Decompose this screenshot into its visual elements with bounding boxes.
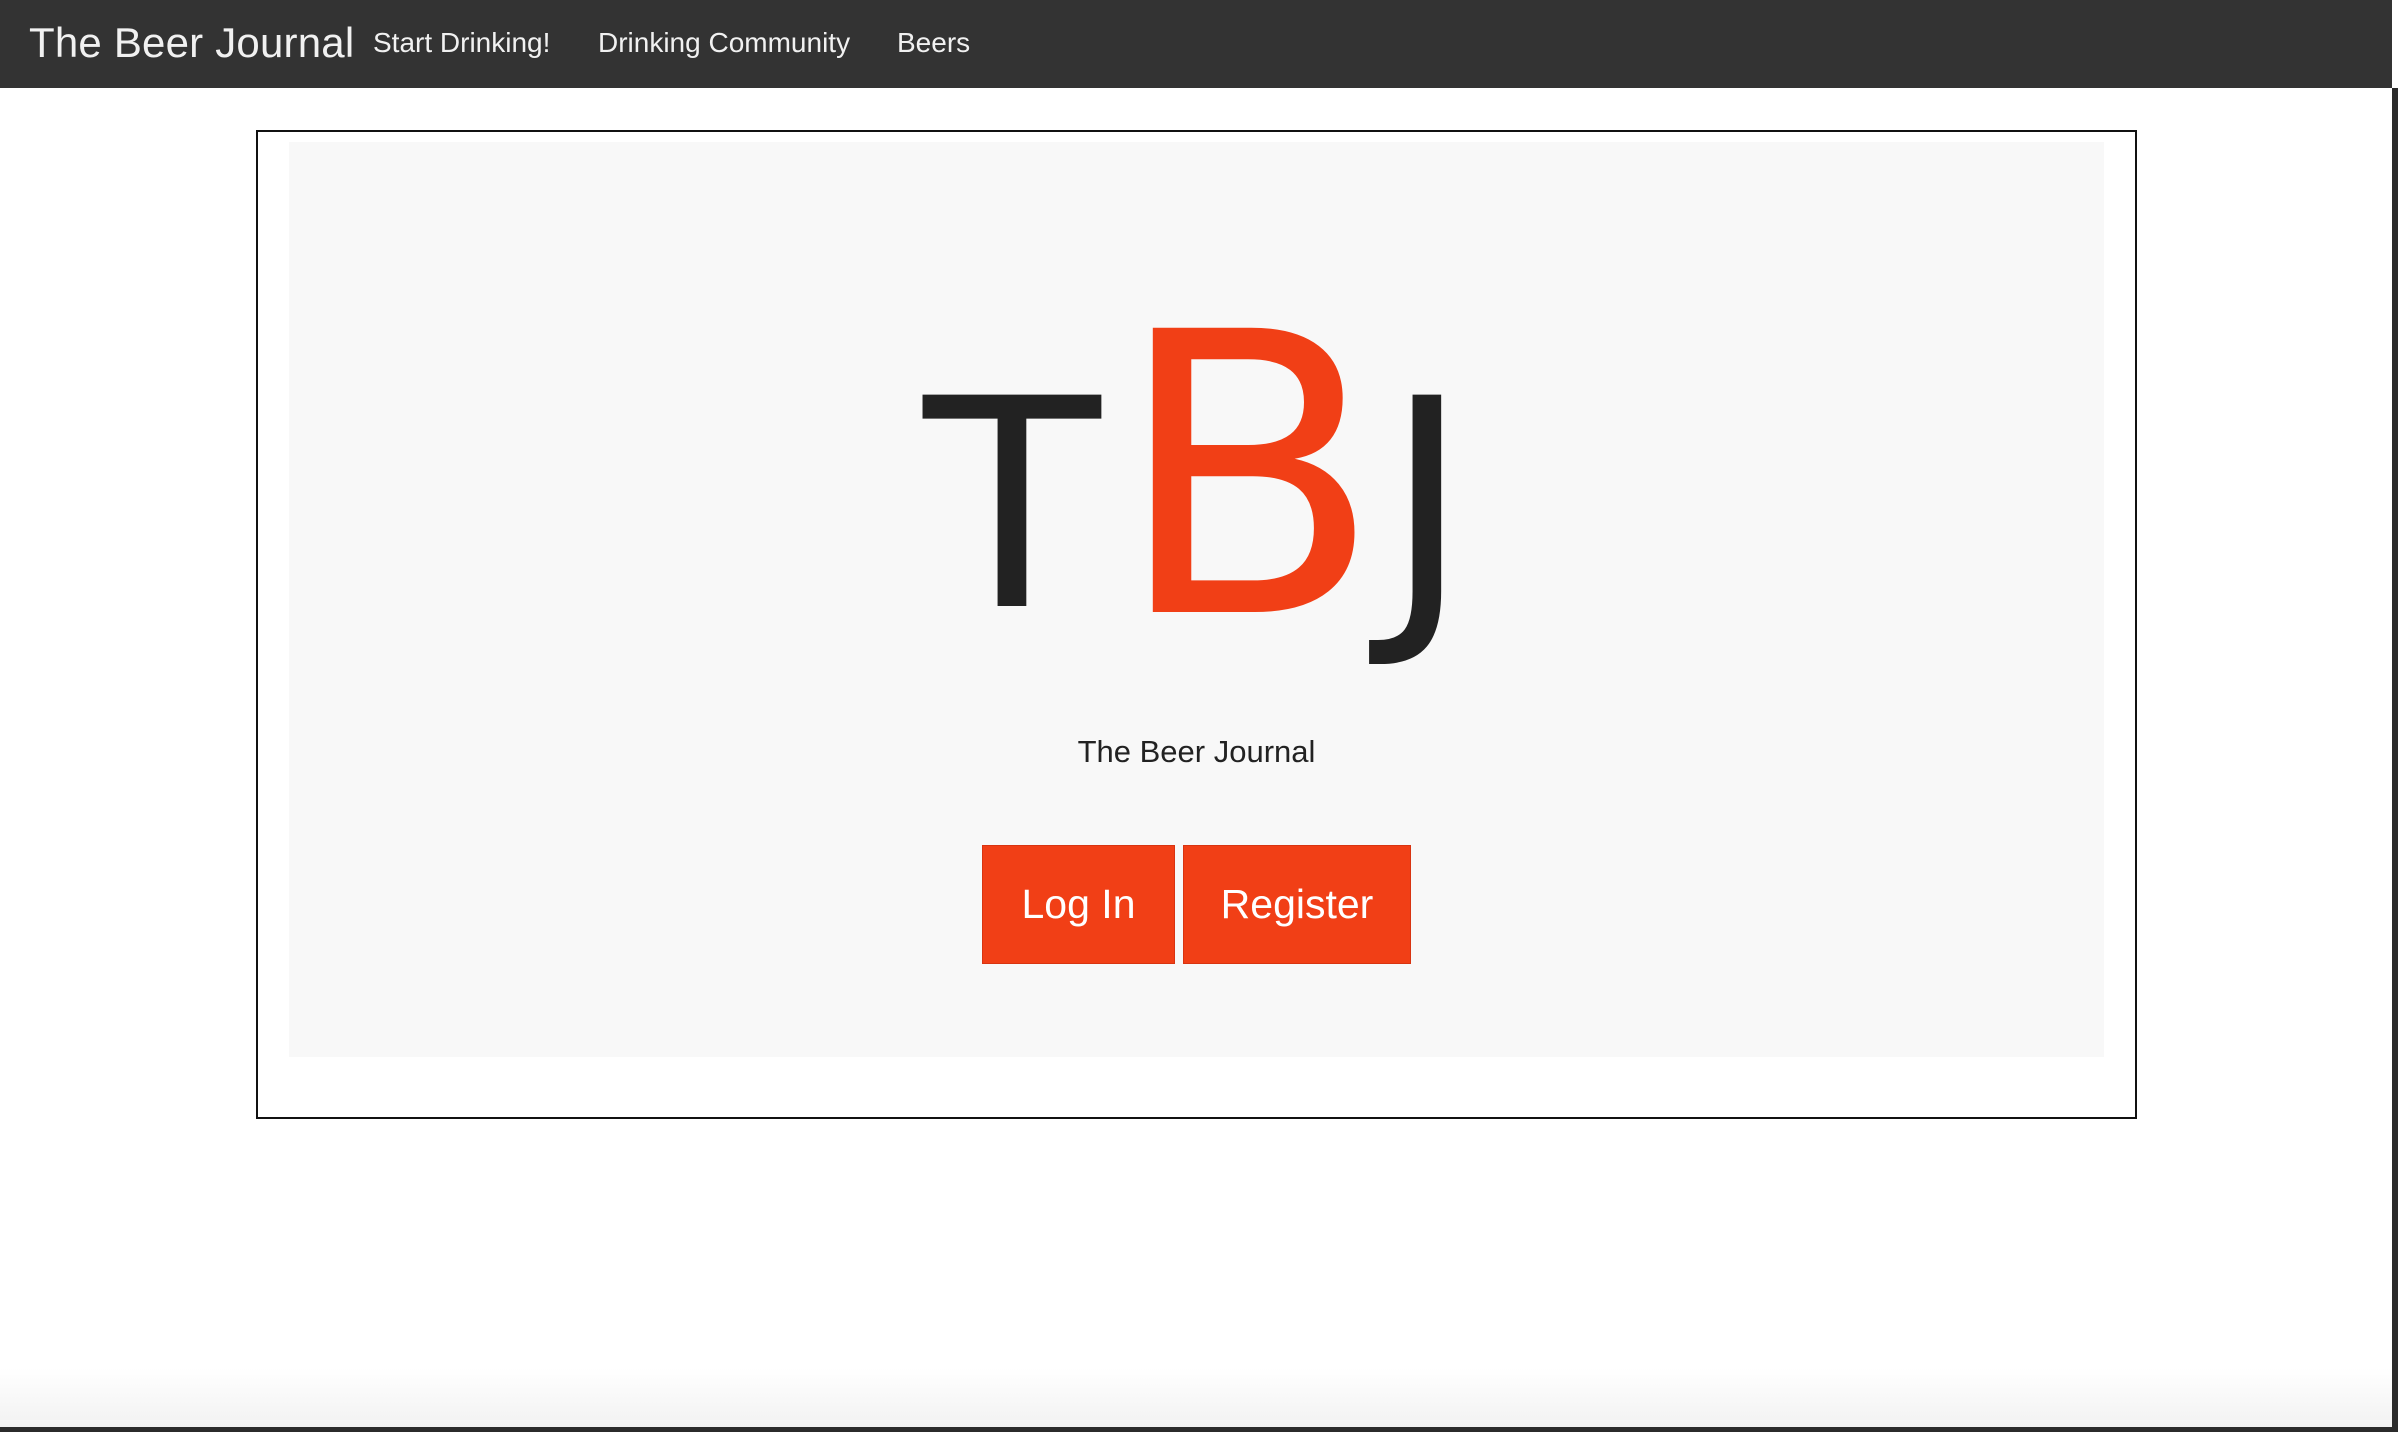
bottom-shadow [0,1368,2392,1432]
register-button[interactable]: Register [1183,845,1411,964]
nav-link-start-drinking[interactable]: Start Drinking! [373,0,550,88]
nav-link-beers[interactable]: Beers [897,0,970,88]
logo-letter-b: B [1114,250,1383,704]
nav-link-drinking-community[interactable]: Drinking Community [598,0,850,88]
main-content-frame: TBJ The Beer Journal Log In Register [256,130,2137,1119]
logo-letter-t: T [923,338,1101,675]
hero-panel: TBJ The Beer Journal Log In Register [289,142,2104,1057]
window-right-edge [2392,88,2398,1432]
window-bottom-edge [0,1427,2398,1432]
hero-tagline: The Beer Journal [1077,734,1316,769]
logo-letter-j: J [1384,338,1470,675]
tbj-logo: TBJ [289,282,2104,762]
brand-link[interactable]: The Beer Journal [29,0,354,88]
top-navbar: The Beer Journal Start Drinking! Drinkin… [0,0,2392,88]
login-button[interactable]: Log In [982,845,1175,964]
hero-button-group: Log In Register [289,845,2104,964]
